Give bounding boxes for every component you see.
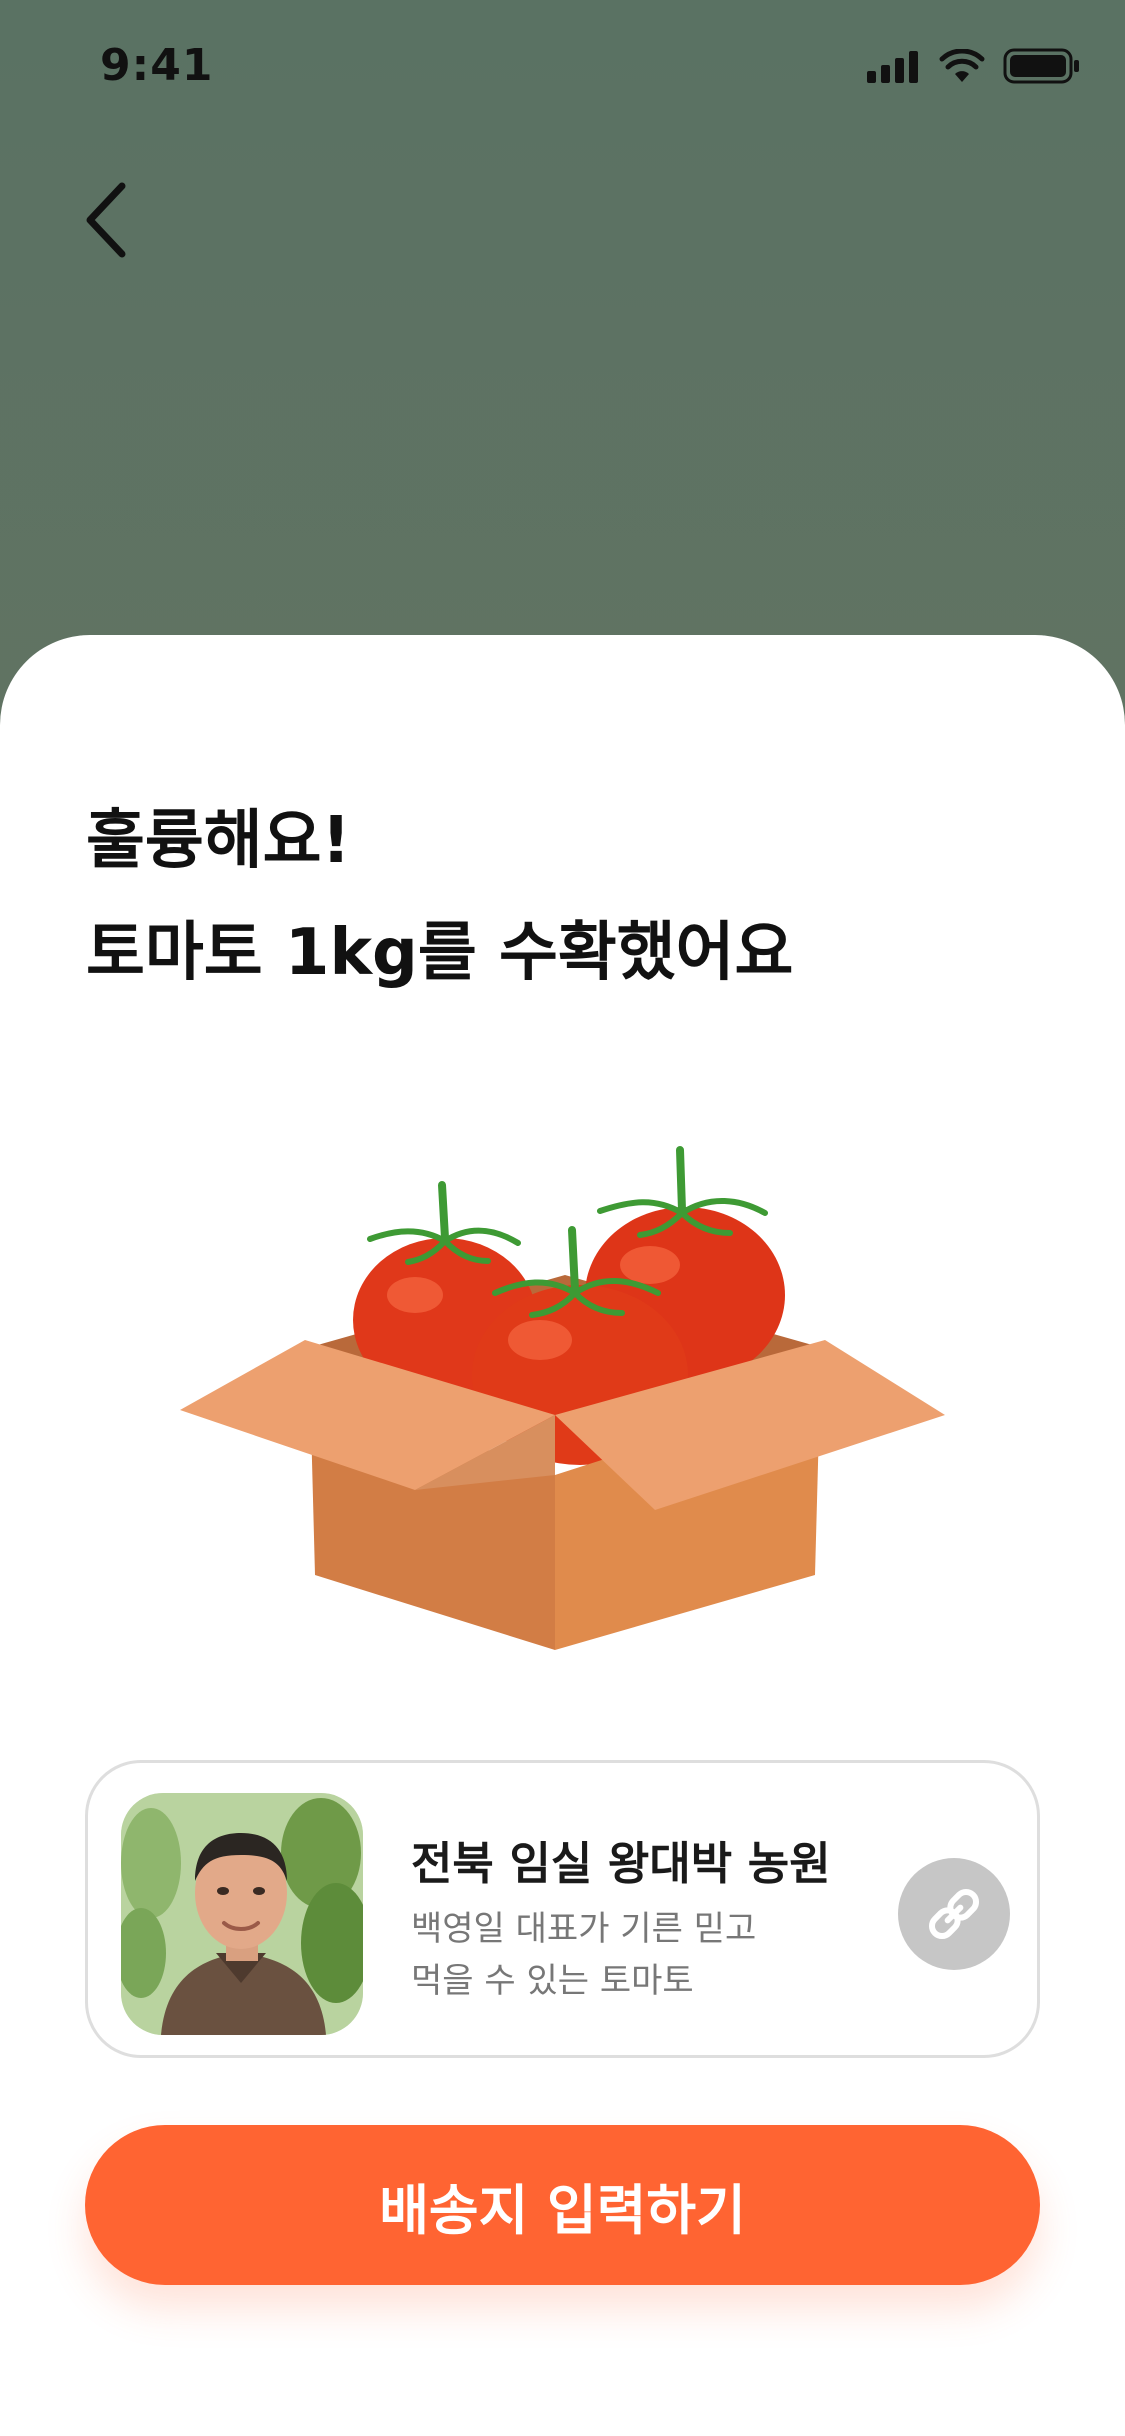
status-bar: 9:41	[0, 0, 1125, 135]
page-title: 훌륭해요! 토마토 1kg를 수확했어요	[86, 785, 793, 1009]
farm-card[interactable]: 전북 임실 왕대박 농원 백영일 대표가 기른 믿고 먹을 수 있는 토마토	[85, 1760, 1040, 2058]
result-sheet: 훌륭해요! 토마토 1kg를 수확했어요 전북 임실 왕대박 농원 백영일 대표…	[0, 635, 1125, 2436]
cellular-signal-icon	[867, 51, 918, 83]
farm-name: 전북 임실 왕대박 농원	[411, 1837, 831, 1890]
farm-description-line-1: 백영일 대표가 기른 믿고	[411, 1909, 757, 1949]
farm-description: 백영일 대표가 기른 믿고 먹을 수 있는 토마토	[411, 1903, 756, 2007]
headline-line-2: 토마토 1kg를 수확했어요	[86, 916, 794, 990]
headline-line-1: 훌륭해요!	[86, 804, 351, 878]
enter-address-button[interactable]: 배송지 입력하기	[85, 2125, 1040, 2285]
battery-icon	[1003, 48, 1079, 84]
tomato-box-illustration	[180, 1146, 945, 1650]
status-time: 9:41	[100, 40, 214, 91]
status-icons	[867, 48, 1081, 84]
chevron-left-icon	[86, 182, 126, 258]
wifi-icon	[939, 49, 985, 82]
back-button[interactable]	[70, 175, 140, 265]
link-icon	[928, 1888, 980, 1940]
farmer-avatar	[121, 1793, 363, 2035]
link-button[interactable]	[898, 1858, 1010, 1970]
farm-description-line-2: 먹을 수 있는 토마토	[411, 1961, 694, 2001]
